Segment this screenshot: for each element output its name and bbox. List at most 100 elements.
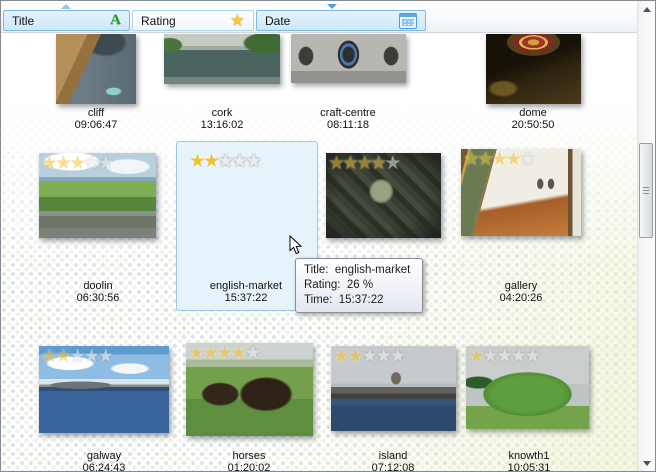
photo-title: horses [232,450,266,462]
star-icon: ★ [524,346,541,367]
rating-stars[interactable]: ★★★★★ [328,153,401,174]
star-icon: ★ [244,343,261,364]
photo-title: cliff [87,107,105,119]
photo-title: knowth1 [508,450,550,462]
star-icon: ★ [230,343,247,364]
photo-title: craft-centre [320,107,376,119]
star-icon: ★ [384,153,401,174]
star-icon: ★ [69,153,86,174]
sort-descending-indicator-icon [327,4,337,9]
star-icon: ★ [55,153,72,174]
photo-thumbnail-doolin[interactable]: ★★★★★ [39,153,156,238]
scrollbar-thumb[interactable] [639,143,653,238]
star-icon: ★ [519,149,536,170]
photo-thumbnail-cliff[interactable] [56,34,136,104]
photo-time: 09:06:47 [74,119,118,131]
star-icon: ★ [370,153,387,174]
photo-time: 10:05:31 [507,462,551,472]
vertical-scrollbar[interactable] [637,1,655,471]
photo-thumbnail-island[interactable]: ★★★★★ [331,346,456,431]
photo-caption: doolin 06:30:56 [33,280,163,304]
tooltip-title-value: english-market [334,264,411,276]
rating-stars[interactable]: ★★★★★ [333,346,406,367]
photo-caption: horses 01:20:02 [184,450,314,472]
photo-caption: cork 13:16:02 [157,107,287,131]
sort-by-rating-label: Rating [141,13,176,28]
photo-title: galway [86,450,122,462]
photo-time: 01:20:02 [227,462,271,472]
photo-caption: cliff 09:06:47 [31,107,161,131]
photo-thumbnail-cork[interactable] [164,34,280,84]
photo-time: 08:11:18 [326,119,369,131]
star-icon: ★ [229,11,245,30]
photo-caption: craft-centre 08:11:18 [283,107,413,131]
scroll-up-button[interactable] [638,1,655,17]
tooltip-time-value: 15:37:22 [338,294,384,306]
photo-time: 06:30:56 [76,292,120,304]
star-icon: ★ [347,346,364,367]
rating-stars[interactable]: ★★★★★ [41,153,114,174]
calendar-icon [399,12,417,29]
rating-stars[interactable]: ★★★★★ [189,151,262,172]
photo-thumbnail-stone-face[interactable]: ★★★★★ [326,153,441,238]
rating-stars[interactable]: ★★★★★ [188,343,261,364]
rating-stars[interactable]: ★★★★★ [463,149,536,170]
star-icon: ★ [97,346,114,367]
star-icon: ★ [202,343,219,364]
scroll-down-button[interactable] [638,455,655,471]
photo-thumbnail-galway[interactable]: ★★★★★ [39,346,169,433]
tooltip-line-title: Title: english-market [304,263,414,278]
star-icon: ★ [69,346,86,367]
arrow-up-icon [642,6,651,12]
star-icon: ★ [356,153,373,174]
star-icon: ★ [245,151,262,172]
star-icon: ★ [41,346,58,367]
sort-by-title-label: Title [12,13,35,28]
photo-thumbnail-knowth1[interactable]: ★★★★★ [466,346,589,429]
sort-ascending-indicator-icon [61,4,71,9]
star-icon: ★ [328,153,345,174]
sort-by-rating-button[interactable]: Rating ★ [132,10,254,31]
scrollbar-grip-icon [643,186,649,195]
photo-title: gallery [504,280,538,292]
photo-caption: dome 20:50:50 [468,107,598,131]
star-icon: ★ [83,153,100,174]
letter-a-icon: A [110,12,121,28]
photo-thumbnail-gallery[interactable]: ★★★★★ [461,149,581,236]
photo-time: 06:24:43 [82,462,126,472]
photo-thumbnail-horses[interactable]: ★★★★★ [186,343,313,436]
star-icon: ★ [203,151,220,172]
star-icon: ★ [231,151,248,172]
star-icon: ★ [217,151,234,172]
star-icon: ★ [83,346,100,367]
sort-by-title-button[interactable]: Title A [3,10,130,31]
mouse-cursor-icon [289,234,303,261]
star-icon: ★ [41,153,58,174]
photo-thumbnail-dome[interactable] [486,34,581,104]
star-icon: ★ [389,346,406,367]
sort-header-bar: Title A Rating ★ Date [1,1,638,33]
photo-time: 13:16:02 [200,119,244,131]
sort-by-date-label: Date [265,13,291,28]
photo-thumbnail-craft-centre[interactable] [291,34,406,83]
photo-caption: english-market 15:37:22 [181,280,311,304]
rating-stars[interactable]: ★★★★★ [468,346,541,367]
sort-by-date-button[interactable]: Date [256,10,426,31]
star-icon: ★ [216,343,233,364]
star-icon: ★ [482,346,499,367]
photo-time: 15:37:22 [224,292,268,304]
item-tooltip: Title: english-market Rating: 26 % Time:… [295,258,423,313]
tooltip-line-rating: Rating: 26 % [304,278,414,293]
star-icon: ★ [510,346,527,367]
star-icon: ★ [333,346,350,367]
photo-caption: knowth1 10:05:31 [464,450,594,472]
star-icon: ★ [375,346,392,367]
photo-title: island [378,450,408,462]
arrow-down-icon [642,460,651,466]
star-icon: ★ [361,346,378,367]
tooltip-rating-label: Rating: [304,279,341,291]
photo-title: cork [211,107,233,119]
star-icon: ★ [496,346,513,367]
rating-stars[interactable]: ★★★★★ [41,346,114,367]
photo-title: dome [519,107,547,119]
